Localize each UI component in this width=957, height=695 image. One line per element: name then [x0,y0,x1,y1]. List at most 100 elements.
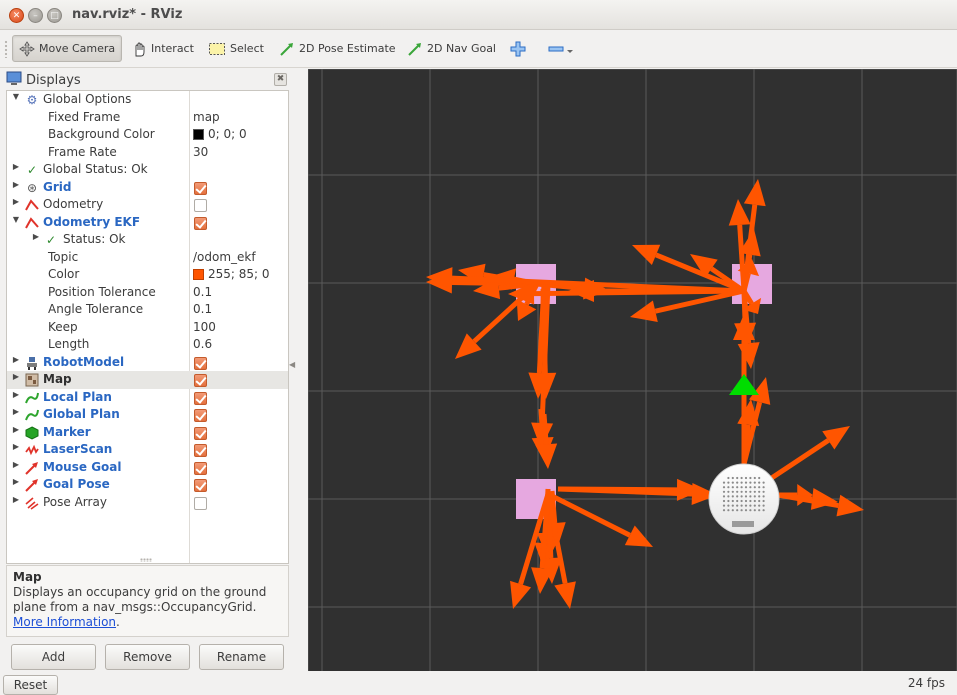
cube-icon [24,425,40,441]
move-camera-button[interactable]: Move Camera [12,35,123,62]
rename-button[interactable]: Rename [199,644,284,670]
collapsed-arrow-icon[interactable]: ▶ [11,477,21,486]
select-button[interactable]: Select [201,35,271,62]
panel-close-icon[interactable]: ✖ [274,73,287,86]
color-swatch[interactable] [193,128,204,140]
tree-row-global-options[interactable]: ▼ ⚙ Global Options [7,91,288,109]
collapsed-arrow-icon[interactable]: ▶ [11,197,21,206]
row-label: Marker [43,424,91,439]
collapsed-arrow-icon[interactable]: ▶ [31,232,41,241]
row-value[interactable]: map [193,110,220,124]
remove-button[interactable]: Remove [105,644,190,670]
tree-row-frame-rate[interactable]: Frame Rate 30 [7,144,288,162]
tree-row-angle-tolerance[interactable]: Angle Tolerance 0.1 [7,301,288,319]
tree-row-status-ok[interactable]: ▶ ✓ Status: Ok [7,231,288,249]
robot-dot [758,486,761,489]
row-value[interactable]: 255; 85; 0 [193,267,270,281]
tree-row-mouse-goal[interactable]: ▶ Mouse Goal [7,459,288,477]
row-value[interactable]: 0.6 [193,337,212,351]
remove-tool-button[interactable] [541,35,581,62]
odometry-ekf-checkbox[interactable] [194,216,207,230]
laserscan-icon [24,442,40,458]
pose-array-checkbox[interactable] [194,496,207,510]
collapsed-arrow-icon[interactable]: ▶ [11,460,21,469]
row-value[interactable]: 0.1 [193,285,212,299]
tree-row-robotmodel[interactable]: ▶ RobotModel [7,354,288,372]
map-checkbox[interactable] [194,374,207,387]
tree-row-global-status[interactable]: ▶ ✓ Global Status: Ok [7,161,288,179]
expanded-arrow-icon[interactable]: ▼ [11,215,21,224]
row-value[interactable]: 30 [193,145,208,159]
expanded-arrow-icon[interactable]: ▼ [11,92,21,101]
tree-row-global-plan[interactable]: ▶ Global Plan [7,406,288,424]
collapsed-arrow-icon[interactable]: ▶ [11,162,21,171]
select-icon [208,41,226,57]
tree-row-position-tolerance[interactable]: Position Tolerance 0.1 [7,284,288,302]
mouse-goal-checkbox[interactable] [194,461,207,475]
tree-row-odometry-ekf[interactable]: ▼ Odometry EKF [7,214,288,232]
row-value[interactable]: 0; 0; 0 [193,127,247,141]
tree-row-grid[interactable]: ▶ ⊛ Grid [7,179,288,197]
row-value[interactable]: /odom_ekf [193,250,256,264]
odometry-checkbox[interactable] [194,199,207,212]
toolbar: Move Camera Interact Select 2D Pose Esti… [0,30,957,68]
local-plan-checkbox[interactable] [194,391,207,405]
pose-estimate-button[interactable]: 2D Pose Estimate [272,35,403,62]
row-value[interactable]: 100 [193,320,216,334]
3d-viewport[interactable] [308,69,957,671]
collapsed-arrow-icon[interactable]: ▶ [11,390,21,399]
move-camera-icon [19,40,35,57]
splitter-handle[interactable] [140,558,152,562]
robotmodel-checkbox[interactable] [194,356,207,370]
minimize-icon[interactable]: – [28,8,43,23]
toolbar-grip[interactable] [4,40,8,58]
row-value[interactable]: 0.1 [193,302,212,316]
tree-row-fixed-frame[interactable]: Fixed Frame map [7,109,288,127]
tree-row-laserscan[interactable]: ▶ LaserScan [7,441,288,459]
tree-row-marker[interactable]: ▶ Marker [7,424,288,442]
tree-row-map[interactable]: ▶ Map [7,371,288,389]
goal-pose-checkbox[interactable] [194,479,207,492]
robot-dot [762,481,765,484]
interact-button[interactable]: Interact [124,35,201,62]
robot-dot [753,486,756,489]
reset-button[interactable]: Reset [3,675,58,695]
color-value: 255; 85; 0 [208,267,270,281]
close-icon[interactable]: ✕ [9,8,24,23]
robot-dot [731,499,734,503]
robot-dot [744,499,748,503]
collapsed-arrow-icon[interactable]: ▶ [11,180,21,189]
tree-row-pose-array[interactable]: ▶ Pose Array [7,494,288,512]
odometry-arrow-head [737,342,760,369]
add-tool-button[interactable] [503,35,533,62]
row-label: Color [48,267,80,281]
tree-row-topic[interactable]: Topic /odom_ekf [7,249,288,267]
maximize-icon[interactable]: □ [47,8,62,23]
more-information-link[interactable]: More Information [13,615,116,629]
scene-canvas[interactable] [308,69,957,671]
add-button[interactable]: Add [11,644,96,670]
tree-row-goal-pose[interactable]: ▶ Goal Pose [7,476,288,494]
global-plan-checkbox[interactable] [194,409,207,422]
tree-row-keep[interactable]: Keep 100 [7,319,288,337]
collapsed-arrow-icon[interactable]: ▶ [11,407,21,416]
marker-checkbox[interactable] [194,426,207,440]
robot-dot [753,495,756,498]
laserscan-checkbox[interactable] [194,444,207,457]
collapse-panel-icon[interactable]: ◀ [289,360,295,369]
collapsed-arrow-icon[interactable]: ▶ [11,442,21,451]
tree-row-length[interactable]: Length 0.6 [7,336,288,354]
collapsed-arrow-icon[interactable]: ▶ [11,425,21,434]
tree-row-odometry[interactable]: ▶ Odometry [7,196,288,214]
robot-dot [736,486,739,489]
collapsed-arrow-icon[interactable]: ▶ [11,355,21,364]
tree-row-color[interactable]: Color 255; 85; 0 [7,266,288,284]
grid-checkbox[interactable] [194,181,207,195]
collapsed-arrow-icon[interactable]: ▶ [11,495,21,504]
collapsed-arrow-icon[interactable]: ▶ [11,372,21,381]
tree-row-background-color[interactable]: Background Color 0; 0; 0 [7,126,288,144]
tree-row-local-plan[interactable]: ▶ Local Plan [7,389,288,407]
color-swatch[interactable] [193,268,204,280]
gear-icon: ⚙ [26,93,38,107]
nav-goal-button[interactable]: 2D Nav Goal [400,35,503,62]
